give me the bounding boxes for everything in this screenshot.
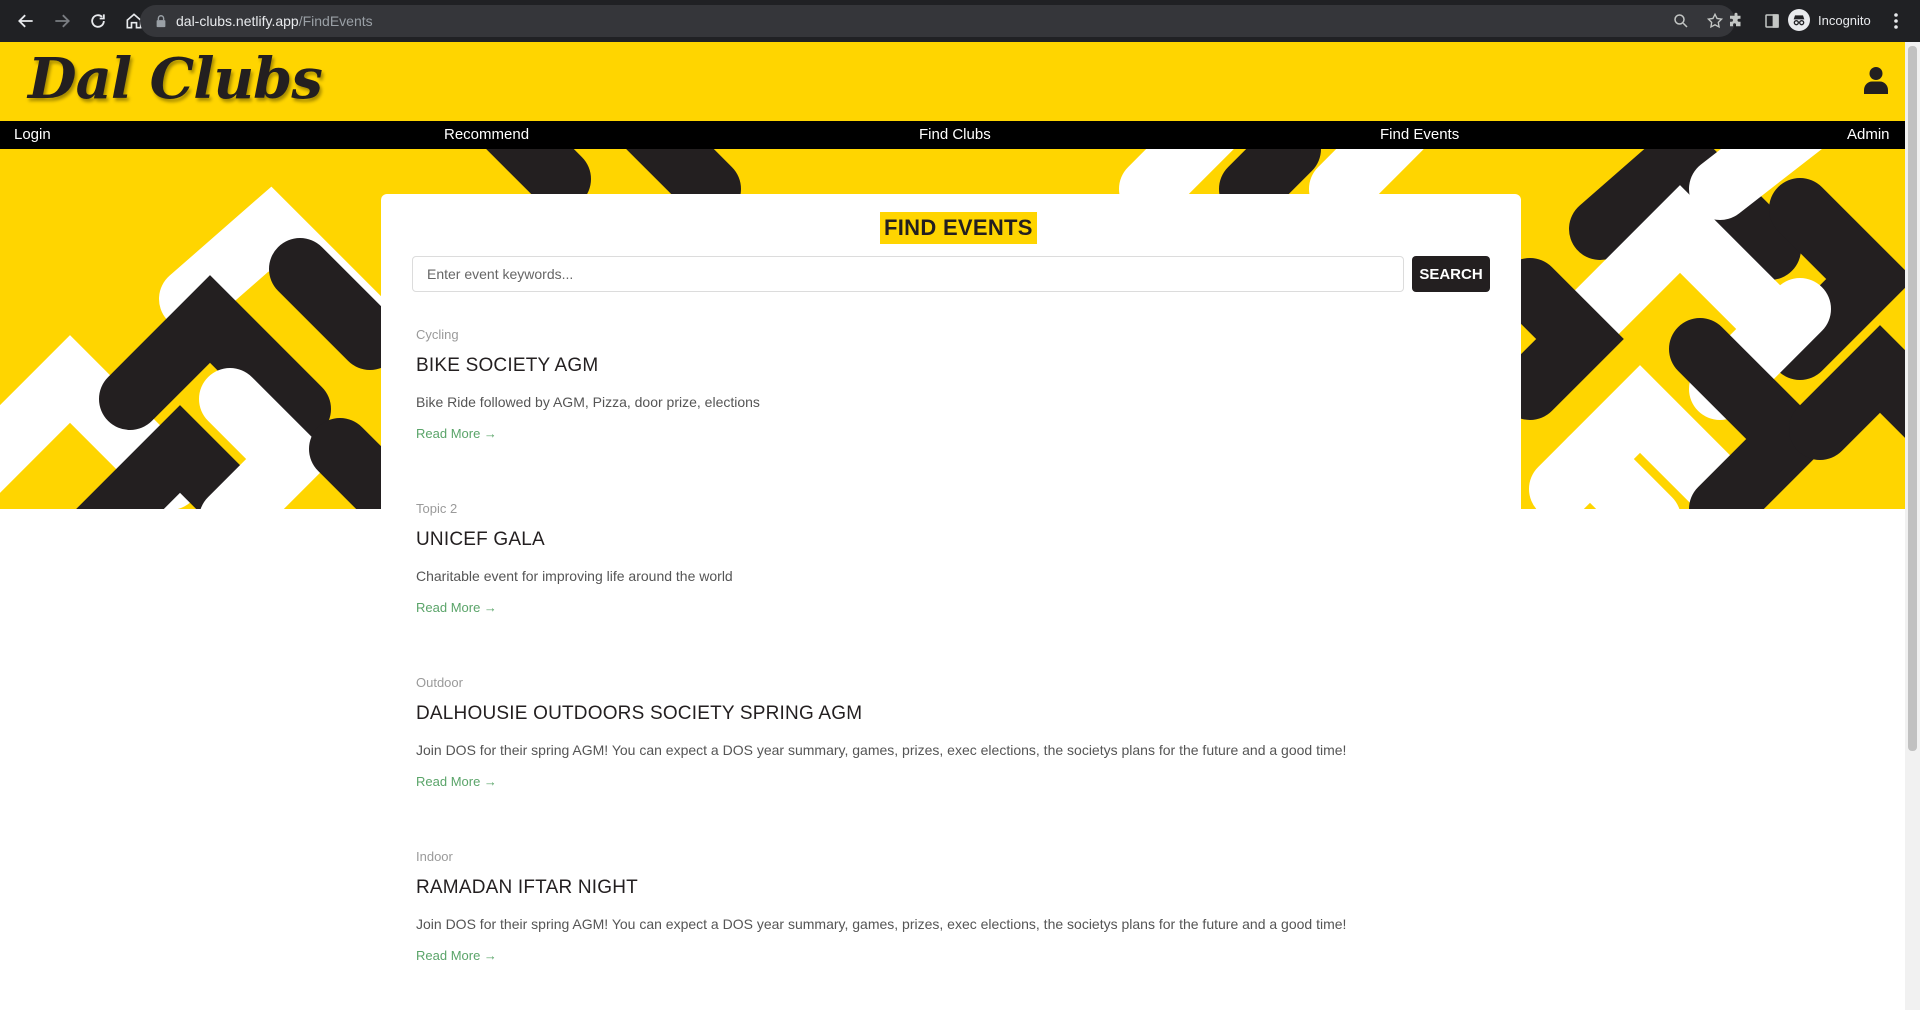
event-topic: Indoor <box>416 849 453 864</box>
side-panel-icon[interactable] <box>1762 11 1782 31</box>
url-text: dal-clubs.netlify.app/FindEvents <box>176 13 373 29</box>
browser-menu-icon[interactable] <box>1886 11 1906 31</box>
event-topic: Outdoor <box>416 675 463 690</box>
nav-find-events[interactable]: Find Events <box>1380 126 1459 143</box>
event-title: UNICEF GALA <box>416 529 545 550</box>
event-card: Outdoor DALHOUSIE OUTDOORS SOCIETY SPRIN… <box>416 675 1476 791</box>
event-search-input[interactable] <box>412 256 1404 292</box>
incognito-label: Incognito <box>1818 12 1871 28</box>
incognito-indicator[interactable]: Incognito <box>1788 9 1871 31</box>
read-more-link[interactable]: Read More → <box>416 774 497 789</box>
zoom-icon[interactable] <box>1671 11 1691 31</box>
nav-find-clubs[interactable]: Find Clubs <box>919 126 991 143</box>
incognito-icon <box>1788 9 1810 31</box>
event-topic: Cycling <box>416 327 459 342</box>
lock-icon <box>156 15 166 28</box>
read-more-link[interactable]: Read More → <box>416 426 497 441</box>
bookmark-star-icon[interactable] <box>1705 11 1725 31</box>
nav-login[interactable]: Login <box>14 126 51 143</box>
event-card: Topic 2 UNICEF GALA Charitable event for… <box>416 501 1476 617</box>
main-nav: Login Recommend Find Clubs Find Events A… <box>0 121 1905 149</box>
event-title: BIKE SOCIETY AGM <box>416 355 599 376</box>
event-title: DALHOUSIE OUTDOORS SOCIETY SPRING AGM <box>416 703 863 724</box>
event-title: RAMADAN IFTAR NIGHT <box>416 877 638 898</box>
back-icon[interactable] <box>10 5 42 37</box>
event-description: Join DOS for their spring AGM! You can e… <box>416 916 1347 932</box>
address-bar[interactable]: dal-clubs.netlify.app/FindEvents <box>140 5 1735 37</box>
event-description: Join DOS for their spring AGM! You can e… <box>416 742 1347 758</box>
event-card: Indoor RAMADAN IFTAR NIGHT Join DOS for … <box>416 849 1476 965</box>
page-title: FIND EVENTS <box>880 212 1037 244</box>
site-header: Dal Clubs <box>0 42 1905 121</box>
browser-toolbar: dal-clubs.netlify.app/FindEvents Incogni… <box>0 0 1920 42</box>
page: Dal Clubs Login Recommend Find Clubs Fin… <box>0 42 1905 1010</box>
read-more-link[interactable]: Read More → <box>416 948 497 963</box>
nav-recommend[interactable]: Recommend <box>444 126 529 143</box>
event-topic: Topic 2 <box>416 501 458 516</box>
search-button[interactable]: SEARCH <box>1412 256 1490 292</box>
user-account-icon[interactable] <box>1863 66 1889 94</box>
url-host: dal-clubs.netlify.app <box>176 13 299 29</box>
extensions-icon[interactable] <box>1726 11 1746 31</box>
find-events-panel: FIND EVENTS SEARCH Cycling BIKE SOCIETY … <box>381 194 1521 1010</box>
page-scrollbar[interactable] <box>1905 42 1920 1010</box>
reload-icon[interactable] <box>82 5 114 37</box>
event-description: Bike Ride followed by AGM, Pizza, door p… <box>416 394 760 410</box>
scrollbar-thumb[interactable] <box>1908 46 1917 751</box>
event-card: Cycling BIKE SOCIETY AGM Bike Ride follo… <box>416 327 1476 443</box>
event-description: Charitable event for improving life arou… <box>416 568 733 584</box>
forward-icon[interactable] <box>46 5 78 37</box>
nav-admin[interactable]: Admin <box>1847 126 1890 143</box>
url-path: /FindEvents <box>298 13 373 29</box>
site-logo[interactable]: Dal Clubs <box>28 46 323 112</box>
read-more-link[interactable]: Read More → <box>416 600 497 615</box>
